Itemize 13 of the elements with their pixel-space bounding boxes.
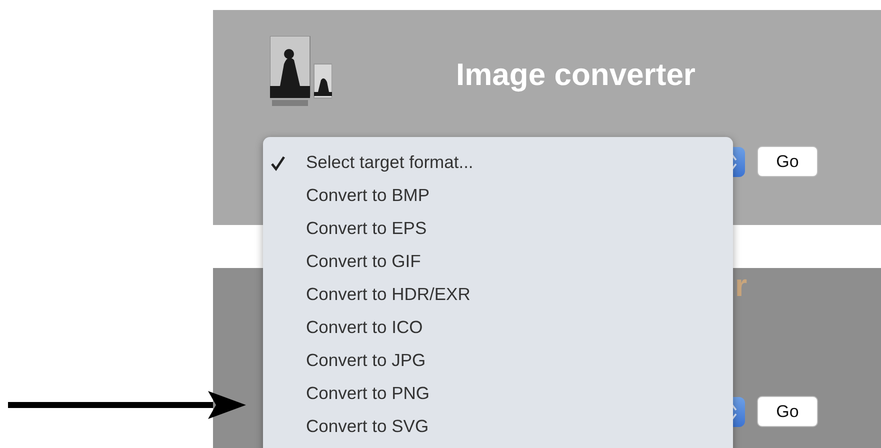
menu-item[interactable]: Select target format... [263, 146, 733, 179]
menu-item[interactable]: Convert to ICO [263, 311, 733, 344]
converter-title: r [735, 268, 748, 304]
menu-item[interactable]: Convert to SVG [263, 410, 733, 443]
menu-item[interactable]: Convert to PNG [263, 377, 733, 410]
menu-item[interactable]: Convert to HDR/EXR [263, 278, 733, 311]
menu-item[interactable]: Convert to JPG [263, 344, 733, 377]
menu-item[interactable]: Convert to EPS [263, 212, 733, 245]
menu-item[interactable]: Convert to GIF [263, 245, 733, 278]
go-button[interactable]: Go [757, 146, 818, 177]
converter-title: Image converter [456, 57, 696, 93]
go-button[interactable]: Go [757, 396, 818, 427]
menu-item[interactable]: Convert to BMP [263, 179, 733, 212]
